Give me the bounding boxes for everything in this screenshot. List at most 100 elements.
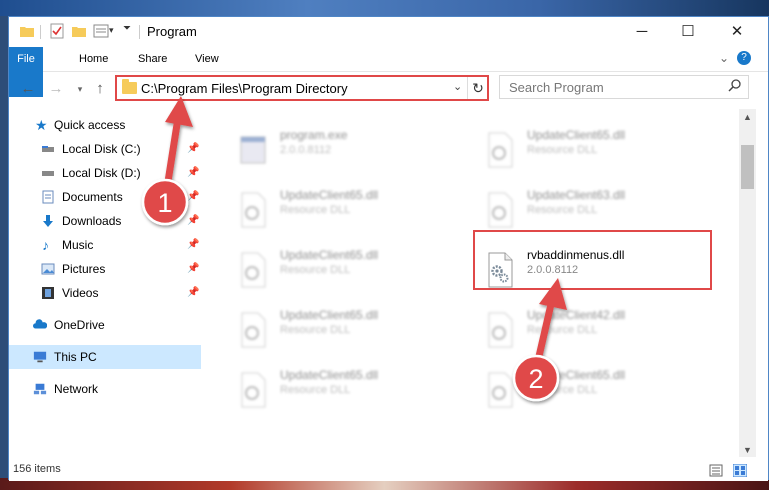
nav-item-label: Downloads [62, 214, 122, 228]
chevron-down-icon[interactable]: ⌄ [453, 80, 462, 93]
nav-item-label: Documents [62, 190, 123, 204]
maximize-button[interactable]: ☐ [665, 17, 711, 47]
up-arrow-icon[interactable]: ↑ [89, 80, 111, 98]
address-path[interactable]: C:\Program Files\Program Directory [141, 81, 348, 96]
dll-file-icon [488, 312, 513, 348]
address-row: ← → ▾ ↑ C:\Program Files\Program Directo… [9, 72, 768, 108]
address-bar[interactable]: C:\Program Files\Program Directory ⌄ ↻ [115, 75, 489, 101]
nav-item-videos[interactable]: Videos 📌 [9, 281, 201, 305]
file-name: UpdateClient65.dll [280, 368, 379, 382]
nav-item-documents[interactable]: Documents 📌 [9, 185, 201, 209]
item-count: 156 items [13, 463, 61, 475]
nav-item-label: Quick access [54, 118, 126, 132]
file-name: UpdateClient42.dll [527, 308, 626, 322]
minimize-button[interactable]: ─ [619, 17, 665, 47]
search-placeholder: Search Program [509, 80, 604, 95]
tab-view[interactable]: View [183, 47, 231, 71]
divider [40, 25, 41, 39]
new-folder-icon[interactable] [71, 23, 87, 39]
pin-icon[interactable]: 📌 [187, 137, 199, 161]
nav-item-downloads[interactable]: Downloads 📌 [9, 209, 201, 233]
help-icon[interactable]: ? [737, 51, 751, 65]
file-item[interactable]: UpdateClient65.dll Resource DLL [237, 367, 457, 417]
file-name: UpdateClient65.dll [527, 128, 626, 142]
pin-icon[interactable]: 📌 [187, 185, 199, 209]
file-item[interactable]: program.exe 2.0.0.8112 [237, 127, 457, 177]
network-icon [33, 383, 47, 395]
nav-item-pictures[interactable]: Pictures 📌 [9, 257, 201, 281]
documents-icon [42, 190, 54, 204]
large-icons-view-icon[interactable] [733, 464, 747, 477]
file-item[interactable]: UpdateClient63.dll Resource DLL [484, 187, 704, 237]
tab-share[interactable]: Share [126, 47, 179, 71]
pin-icon[interactable]: 📌 [187, 209, 199, 233]
nav-item-label: Local Disk (C:) [62, 142, 141, 156]
chevron-down-icon[interactable]: ▾ [109, 25, 114, 36]
file-name: rvbaddinmenus.dll [527, 248, 625, 262]
pictures-icon [41, 263, 55, 275]
file-item[interactable]: UpdateClient65.dll Resource DLL [484, 367, 704, 417]
dll-file-icon [488, 372, 513, 408]
file-name: program.exe [280, 128, 348, 142]
nav-item-label: Music [62, 238, 94, 252]
scroll-down-icon[interactable]: ▼ [739, 445, 756, 455]
nav-item-local-disk-c[interactable]: Local Disk (C:) 📌 [9, 137, 201, 161]
window-title: Program [147, 24, 197, 39]
dll-file-icon [241, 192, 266, 228]
file-item[interactable]: UpdateClient65.dll Resource DLL [237, 307, 457, 357]
properties-icon[interactable] [49, 23, 65, 39]
nav-item-network[interactable]: Network [9, 377, 201, 401]
file-item[interactable]: UpdateClient65.dll Resource DLL [237, 187, 457, 237]
tab-home[interactable]: Home [67, 47, 120, 71]
nav-item-local-disk-d[interactable]: Local Disk (D:) 📌 [9, 161, 201, 185]
close-button[interactable]: ✕ [714, 17, 760, 47]
scrollbar-thumb[interactable] [741, 145, 754, 189]
file-item[interactable]: UpdateClient65.dll Resource DLL [484, 127, 704, 177]
desktop-background-top [0, 0, 769, 16]
folder-icon [122, 79, 137, 94]
customize-toolbar-icon[interactable] [93, 23, 109, 39]
back-arrow-icon[interactable]: ← [17, 80, 39, 98]
refresh-icon[interactable]: ↻ [467, 77, 488, 99]
nav-item-label: Local Disk (D:) [62, 166, 141, 180]
file-item[interactable]: UpdateClient42.dll Resource DLL [484, 307, 704, 357]
nav-item-label: OneDrive [54, 318, 105, 332]
ribbon-tabs: File Home Share View ⌄ ? [9, 47, 768, 97]
scroll-up-icon[interactable]: ▲ [739, 112, 756, 122]
pin-icon[interactable]: 📌 [187, 161, 199, 185]
vertical-scrollbar[interactable]: ▲ ▼ [739, 109, 756, 457]
forward-arrow-icon[interactable]: → [45, 80, 67, 98]
pin-icon[interactable]: 📌 [187, 257, 199, 281]
quick-access-toolbar-dropdown-icon[interactable]: ⏷ [123, 23, 131, 34]
recent-locations-chevron-icon[interactable]: ▾ [69, 80, 91, 98]
file-detail: Resource DLL [527, 324, 598, 336]
drive-icon [42, 171, 54, 176]
music-icon: ♪ [42, 237, 49, 253]
nav-item-this-pc[interactable]: This PC [9, 345, 201, 369]
download-icon [43, 215, 53, 227]
drive-icon [42, 146, 54, 152]
file-detail: Resource DLL [280, 264, 351, 276]
pin-icon[interactable]: 📌 [187, 281, 199, 305]
chevron-down-icon[interactable]: ⌄ [719, 51, 729, 65]
nav-item-label: Pictures [62, 262, 106, 276]
dll-file-icon [241, 252, 266, 288]
cloud-icon [33, 319, 47, 329]
search-icon[interactable] [728, 78, 742, 94]
nav-item-music[interactable]: ♪ Music 📌 [9, 233, 201, 257]
nav-item-quick-access[interactable]: ★ Quick access [9, 113, 201, 137]
file-detail: Resource DLL [527, 384, 598, 396]
file-item[interactable]: UpdateClient65.dll Resource DLL [237, 247, 457, 297]
dll-file-icon [488, 192, 513, 228]
dll-file-icon [488, 132, 513, 168]
file-item-rvbaddinmenus[interactable]: rvbaddinmenus.dll 2.0.0.8112 [484, 247, 704, 297]
file-detail: Resource DLL [527, 204, 598, 216]
pin-icon[interactable]: 📌 [187, 233, 199, 257]
file-list: program.exe 2.0.0.8112 UpdateClient65.dl… [209, 109, 739, 457]
search-input[interactable]: Search Program [499, 75, 749, 99]
explorer-window: ▾ ⏷ Program ─ ☐ ✕ File Home Share View ⌄… [8, 16, 769, 481]
details-view-icon[interactable] [709, 464, 723, 477]
file-detail: Resource DLL [527, 144, 598, 156]
nav-item-onedrive[interactable]: OneDrive [9, 313, 201, 337]
nav-item-label: Videos [62, 286, 99, 300]
